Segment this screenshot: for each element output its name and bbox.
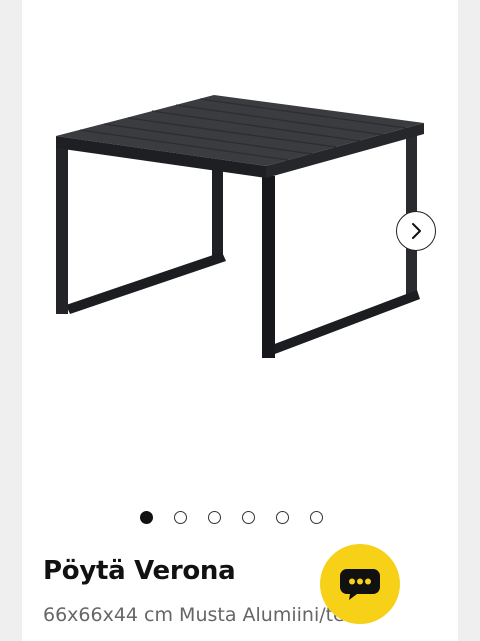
product-subtitle: 66x66x44 cm Musta Alumiini/teräs	[43, 604, 375, 626]
chat-bubble-icon	[340, 569, 380, 600]
right-gutter	[458, 0, 480, 641]
chevron-right-icon	[412, 223, 421, 239]
gallery-dot-5[interactable]	[276, 510, 289, 524]
gallery-dot-3[interactable]	[208, 510, 221, 524]
gallery-dot-6[interactable]	[310, 510, 323, 524]
chat-button[interactable]	[320, 544, 400, 624]
next-image-button[interactable]	[396, 211, 436, 251]
gallery-dot-1[interactable]	[140, 510, 153, 524]
product-title: Pöytä Verona	[43, 556, 236, 586]
left-gutter	[0, 0, 22, 641]
gallery-dot-2[interactable]	[174, 510, 187, 524]
gallery-dot-4[interactable]	[242, 510, 255, 524]
gallery-pagination	[140, 509, 323, 525]
product-image-gallery[interactable]	[22, 0, 458, 500]
product-image	[56, 95, 424, 358]
